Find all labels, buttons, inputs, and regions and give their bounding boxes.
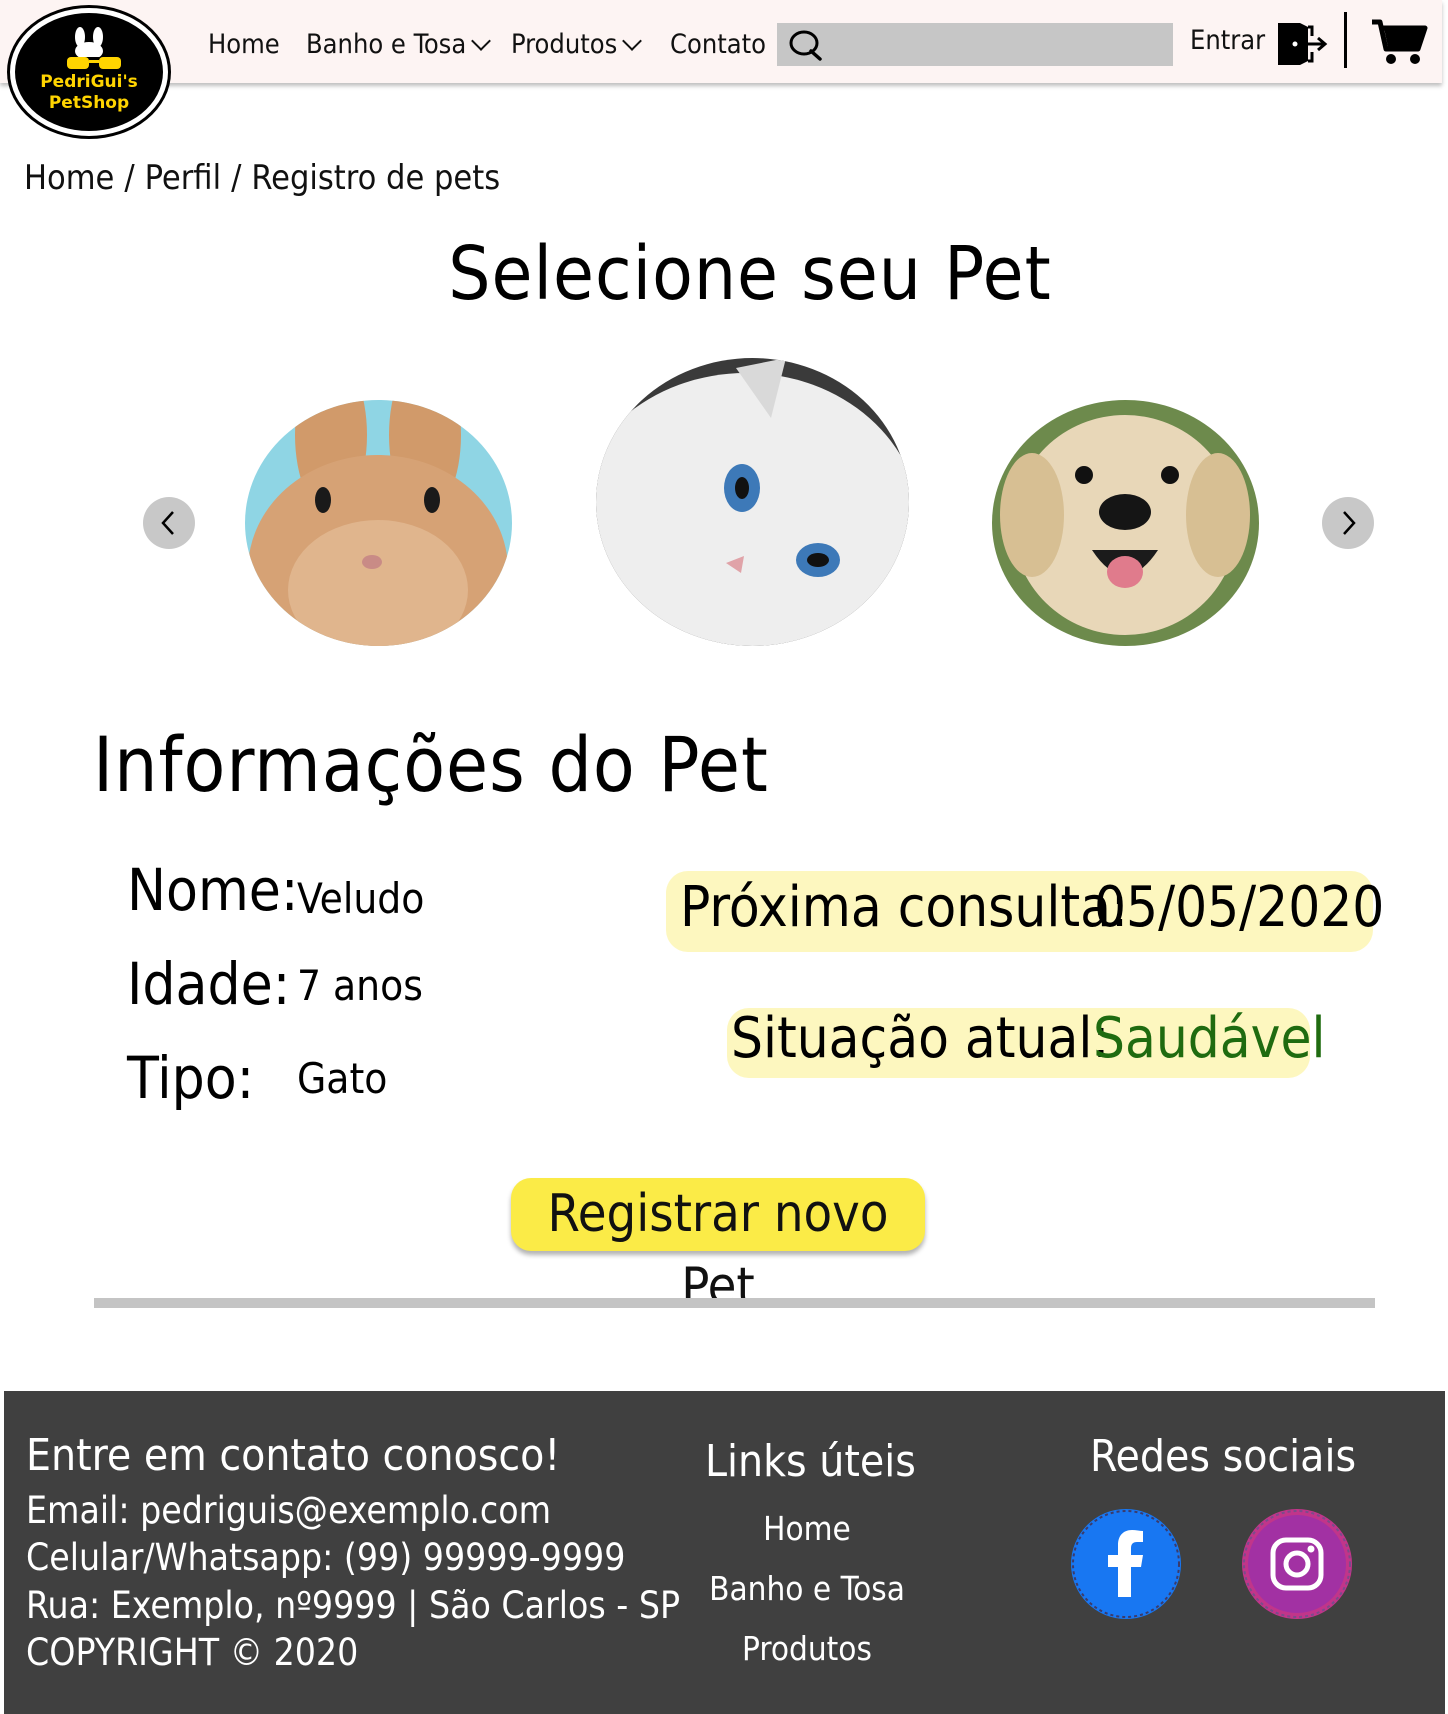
footer-address: Rua: Exemplo, nº9999 | São Carlos - SP [26,1584,681,1627]
age-value: 7 anos [297,961,423,1010]
type-value: Gato [297,1054,388,1103]
instagram-button[interactable] [1242,1509,1352,1619]
pet-info-title: Informações do Pet [93,720,769,809]
breadcrumb-separator: / [124,158,135,198]
sunglasses-icon [67,57,121,69]
chevron-right-icon [1343,511,1356,535]
type-label: Tipo: [127,1044,255,1112]
footer-email: Email: pedriguis@exemplo.com [26,1489,552,1532]
next-appointment-label: Próxima consulta: [680,875,1128,940]
footer: Entre em contato conosco! Email: pedrigu… [4,1391,1445,1714]
carousel-next-button[interactable] [1322,497,1374,549]
search-icon[interactable] [787,29,823,61]
instagram-icon [1243,1510,1351,1618]
pet-dog-image[interactable] [992,400,1259,646]
bunny-mascot-icon [75,27,103,57]
chevron-down-icon [471,31,492,51]
breadcrumb-home[interactable]: Home [24,158,114,198]
cat-photo [596,358,909,646]
nav-home-link[interactable]: Home [208,28,280,62]
footer-link-home[interactable]: Home [704,1509,910,1548]
rabbit-photo [245,400,512,646]
login-door-icon[interactable] [1274,20,1328,68]
breadcrumb-separator: / [231,158,242,198]
health-status-label: Situação atual: [731,1006,1110,1071]
page-title: Selecione seu Pet [448,231,1052,317]
dog-photo [992,400,1259,646]
login-link[interactable]: Entrar [1190,25,1265,56]
logo[interactable]: PedriGui's PetShop [10,8,168,136]
facebook-icon [1072,1510,1180,1618]
health-status-badge: Situação atual: Saudável [727,1006,1325,1078]
footer-link-banho-tosa[interactable]: Banho e Tosa [704,1569,910,1608]
nav-banho-tosa-dropdown[interactable]: Banho e Tosa [306,28,492,62]
health-status-value: Saudável [1093,1006,1326,1071]
footer-link-produtos[interactable]: Produtos [704,1629,910,1668]
breadcrumb-current: Registro de pets [251,158,501,198]
age-label: Idade: [127,950,291,1018]
chevron-down-icon [622,31,643,51]
nav-produtos-label: Produtos [511,29,618,60]
nav-banho-tosa-label: Banho e Tosa [306,29,467,60]
name-value: Veludo [297,874,425,923]
carousel-prev-button[interactable] [143,497,195,549]
nav-divider [1344,12,1347,68]
pet-cat-image[interactable] [596,358,909,646]
name-label: Nome: [127,856,299,924]
pet-rabbit-image[interactable] [245,400,512,646]
chevron-left-icon [161,511,174,535]
next-appointment-badge: Próxima consulta: 05/05/2020 [666,871,1384,952]
navbar: Home Banho e Tosa Produtos Contato Entra… [0,0,1442,83]
next-appointment-value: 05/05/2020 [1094,875,1385,940]
nav-contato-link[interactable]: Contato [670,28,766,62]
register-new-pet-button[interactable]: Registrar novo Pet [511,1178,925,1317]
footer-links-title: Links úteis [705,1436,916,1487]
footer-copyright: COPYRIGHT © 2020 [26,1631,359,1674]
facebook-button[interactable] [1071,1509,1181,1619]
footer-contact-title: Entre em contato conosco! [26,1430,561,1481]
logo-text-line1: PedriGui's [40,72,138,92]
logo-text-line2: PetShop [48,93,130,113]
section-divider [94,1298,1375,1308]
footer-social-title: Redes sociais [1090,1431,1357,1482]
search-input[interactable] [827,23,1171,68]
breadcrumb-perfil[interactable]: Perfil [145,158,221,198]
search-bar[interactable] [777,23,1173,68]
nav-produtos-dropdown[interactable]: Produtos [511,28,643,62]
breadcrumb: Home / Perfil / Registro de pets [24,158,500,198]
footer-phone: Celular/Whatsapp: (99) 99999-9999 [26,1536,626,1579]
cart-icon[interactable] [1370,17,1428,67]
